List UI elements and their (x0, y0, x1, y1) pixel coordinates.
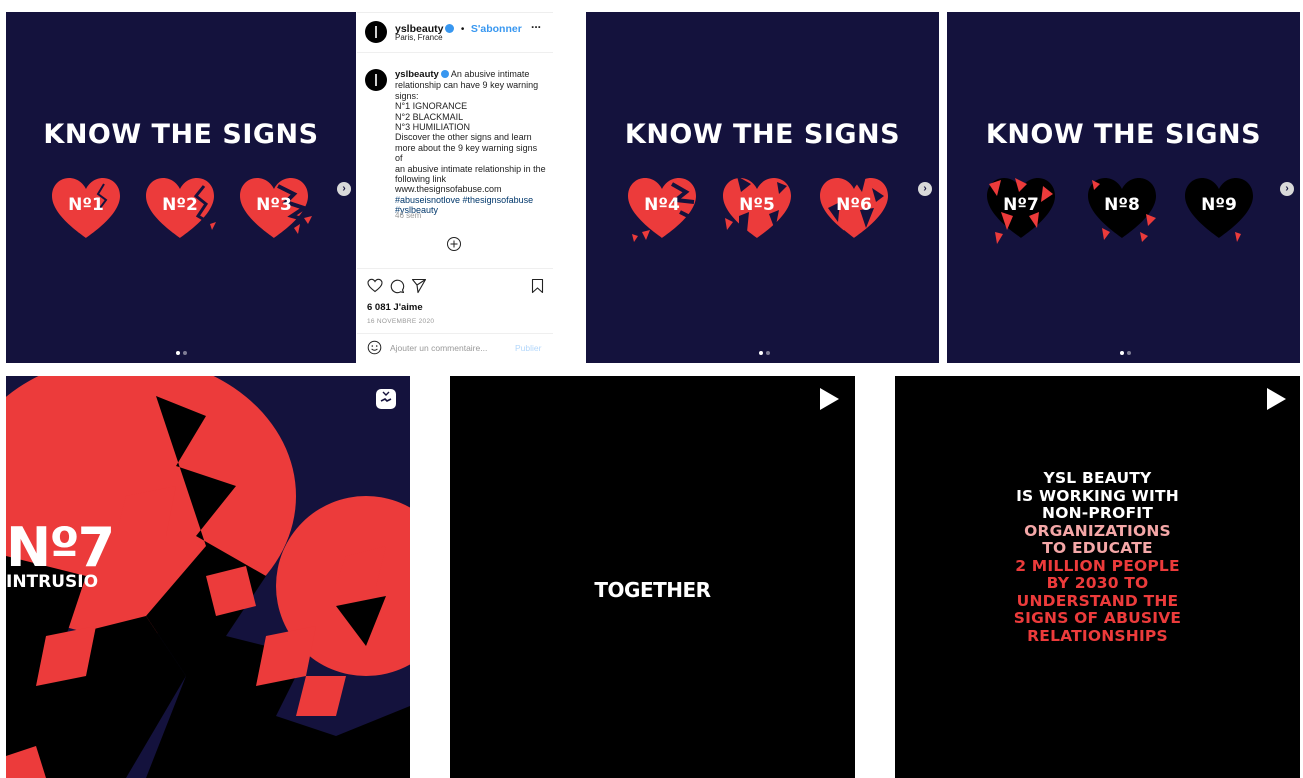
text-line: IS WORKING WITH (1016, 486, 1179, 505)
caption-line: Discover the other signs and learn (395, 132, 532, 143)
text-line: YSL BEAUTY (1043, 469, 1152, 487)
caption-line: following link (395, 174, 447, 185)
caption-line: signs: (395, 90, 419, 101)
text-line: BY 2030 TO (1046, 574, 1149, 592)
avatar[interactable] (365, 21, 387, 43)
post-image-know-the-signs-2[interactable]: KNOW THE SIGNS Nº4 Nº5 Nº6 › (586, 12, 939, 363)
follow-button[interactable]: S'abonner (471, 23, 522, 35)
text-line: RELATIONSHIPS (1027, 626, 1168, 645)
caption-line: relationship can have 9 key warning (395, 80, 539, 91)
caption-line: N°2 BLACKMAIL (395, 111, 464, 122)
video-tile-intrusion[interactable]: Nº7 INTRUSIO (6, 376, 410, 778)
comment-icon[interactable] (389, 278, 405, 299)
share-icon[interactable] (411, 278, 427, 299)
heart-6: Nº6 (814, 172, 894, 244)
caption-line: an abusive intimate relationship in the (395, 163, 546, 174)
heart-label: Nº1 (68, 195, 104, 215)
instagram-post-panel: yslbeauty • S'abonner Paris, France ... … (357, 12, 553, 364)
caption-line: An abusive intimate (450, 69, 530, 79)
add-circle-icon[interactable] (446, 236, 462, 257)
avatar[interactable] (365, 69, 387, 91)
verified-icon (445, 24, 455, 33)
location[interactable]: Paris, France (395, 33, 443, 42)
verified-icon (440, 70, 449, 78)
hashtag-link[interactable]: #abuseisnotlove #thesignsofabuse (395, 195, 533, 205)
heart-2: Nº2 (140, 172, 220, 244)
emoji-icon[interactable] (367, 340, 382, 360)
heart-label: Nº2 (162, 195, 198, 215)
video-tile-ysl-beauty[interactable]: YSL BEAUTY IS WORKING WITH NON-PROFIT OR… (895, 376, 1300, 778)
post-date: 16 NOVEMBRE 2020 (367, 318, 435, 325)
video-text-block: YSL BEAUTY IS WORKING WITH NON-PROFIT OR… (895, 469, 1300, 645)
caption-line: N°1 IGNORANCE (395, 101, 468, 112)
video-number: Nº7 (6, 516, 115, 579)
text-line: TO EDUCATE (1042, 539, 1153, 557)
heart-icon[interactable] (367, 278, 383, 298)
text-line: 2 MILLION PEOPLE (1015, 556, 1180, 575)
heart-label: Nº4 (644, 195, 680, 215)
play-icon[interactable] (820, 388, 839, 410)
post-title: KNOW THE SIGNS (624, 119, 901, 150)
post-title: KNOW THE SIGNS (43, 119, 319, 150)
time-ago[interactable]: 46 sem (395, 211, 421, 220)
heart-label: Nº9 (1201, 195, 1237, 215)
heart-label: Nº5 (739, 195, 775, 215)
caption-link[interactable]: www.thesignsofabuse.com (395, 184, 502, 194)
heart-9: Nº9 (1179, 172, 1259, 244)
next-arrow-icon[interactable]: › (918, 182, 932, 196)
heart-3: Nº3 (234, 172, 314, 244)
text-line: NON-PROFIT (1042, 504, 1153, 522)
carousel-dots (759, 351, 770, 355)
comment-input[interactable]: Ajouter un commentaire... (390, 343, 487, 353)
video-word: INTRUSIO (6, 572, 99, 592)
next-arrow-icon[interactable]: › (337, 182, 351, 196)
heart-label: Nº6 (836, 195, 872, 215)
caption: yslbeauty An abusive intimate relationsh… (395, 69, 547, 216)
igtv-icon[interactable] (376, 389, 396, 409)
heart-label: Nº7 (1003, 195, 1039, 215)
post-title: KNOW THE SIGNS (985, 119, 1262, 150)
publish-button[interactable]: Publier (515, 343, 541, 353)
text-line: ORGANIZATIONS (1024, 521, 1171, 540)
bookmark-icon[interactable] (531, 278, 544, 299)
heart-4: Nº4 (622, 172, 702, 244)
more-options-icon[interactable]: ... (531, 17, 541, 31)
heart-label: Nº8 (1104, 195, 1140, 215)
likes-count[interactable]: 6 081 J'aime (367, 302, 423, 313)
heart-7: Nº7 (981, 172, 1061, 244)
heart-label: Nº3 (256, 195, 292, 215)
caption-line: more about the 9 key warning signs of (395, 142, 538, 164)
next-arrow-icon[interactable]: › (1280, 182, 1294, 196)
video-tile-together[interactable]: TOGETHER (450, 376, 855, 778)
separator: • (460, 24, 465, 35)
play-icon[interactable] (1267, 388, 1286, 410)
video-text: TOGETHER (594, 578, 711, 602)
post-image-know-the-signs-1[interactable]: KNOW THE SIGNS Nº1 Nº2 Nº3 › (6, 12, 356, 363)
caption-line: N°3 HUMILIATION (395, 122, 470, 133)
text-line: SIGNS OF ABUSIVE (1013, 609, 1182, 627)
carousel-dots (176, 351, 187, 355)
text-line: UNDERSTAND THE (1016, 591, 1179, 610)
heart-1: Nº1 (46, 172, 126, 244)
heart-5: Nº5 (717, 172, 797, 244)
post-image-know-the-signs-3[interactable]: KNOW THE SIGNS Nº7 Nº8 Nº9 › (947, 12, 1300, 363)
heart-8: Nº8 (1082, 172, 1162, 244)
carousel-dots (1120, 351, 1131, 355)
caption-username[interactable]: yslbeauty (395, 69, 439, 80)
